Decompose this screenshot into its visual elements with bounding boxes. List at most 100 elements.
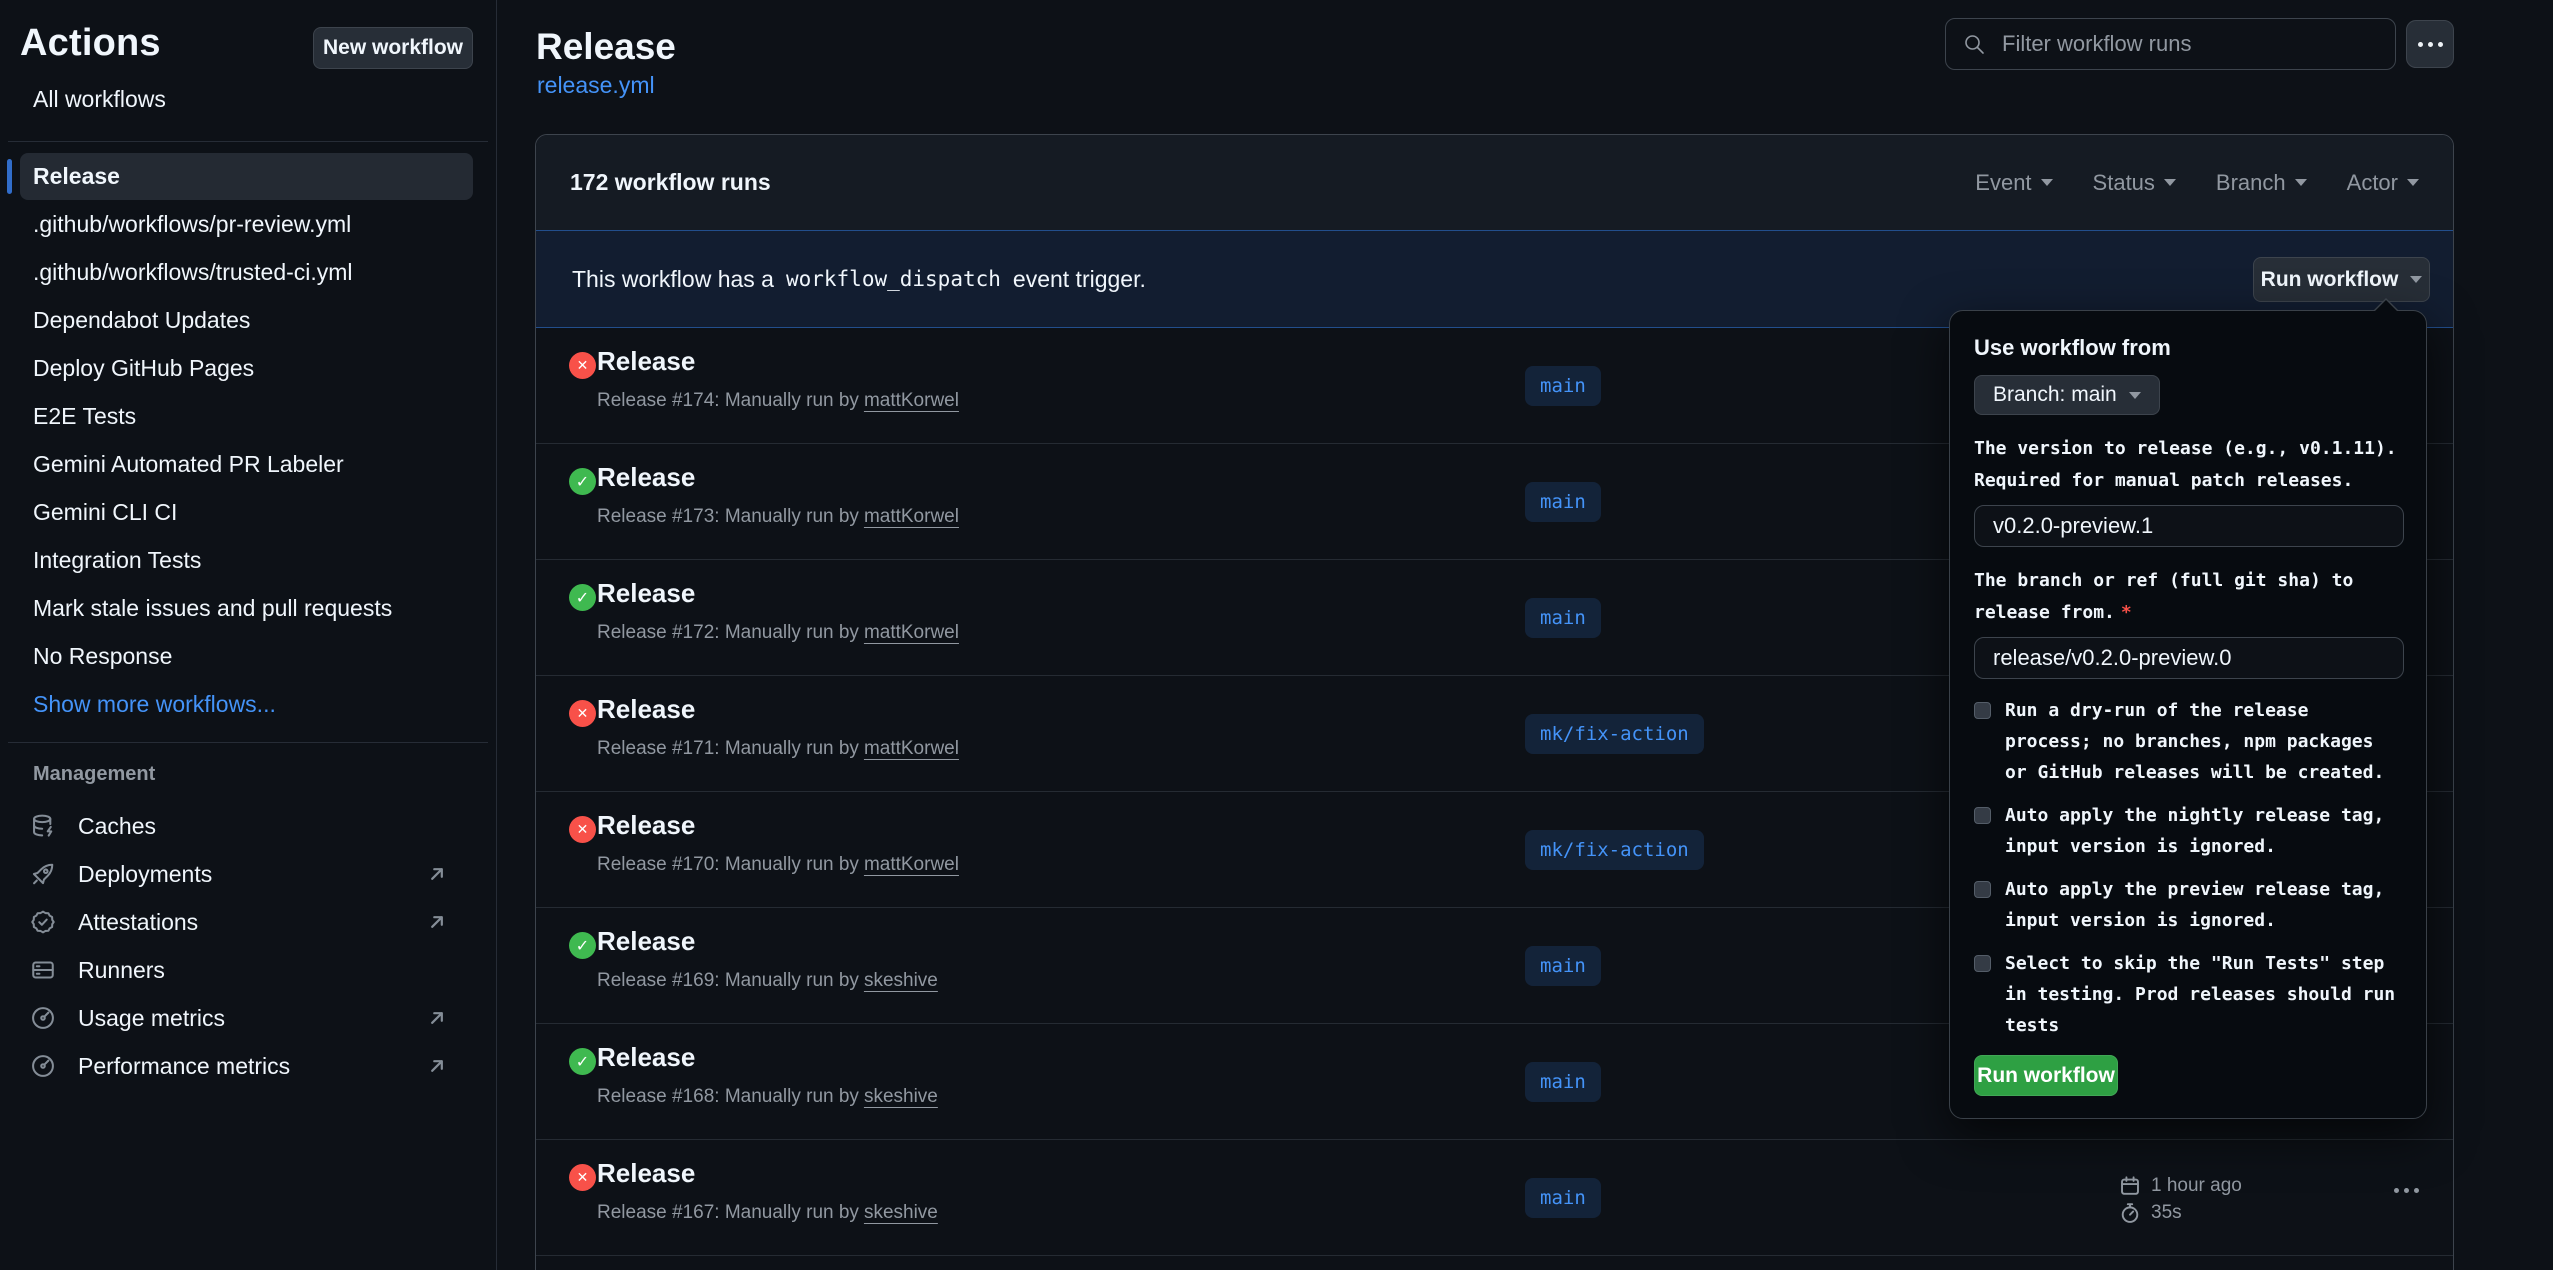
run-description-text: Release #171: Manually run by xyxy=(597,738,859,759)
sidebar-item-management[interactable]: Caches xyxy=(20,802,473,850)
run-title[interactable]: Release xyxy=(597,694,695,725)
sidebar-item-workflow[interactable]: Gemini Automated PR Labeler xyxy=(20,440,473,488)
run-description: Release #174: Manually run bymattKorwel xyxy=(597,390,959,412)
run-actor-link[interactable]: skeshive xyxy=(864,1086,938,1107)
management-item-label: Deployments xyxy=(78,861,212,888)
branch-badge[interactable]: main xyxy=(1525,1178,1601,1218)
run-actor-link[interactable]: mattKorwel xyxy=(864,622,959,643)
option-checkbox[interactable] xyxy=(1974,702,1991,719)
sidebar-item-workflow[interactable]: No Response xyxy=(20,632,473,680)
sidebar-item-workflow[interactable]: .github/workflows/trusted-ci.yml xyxy=(20,248,473,296)
sidebar-item-management[interactable]: Runners xyxy=(20,946,473,994)
run-status-icon xyxy=(569,352,596,379)
run-actor-link[interactable]: mattKorwel xyxy=(864,854,959,875)
option-checkbox[interactable] xyxy=(1974,955,1991,972)
workflow-label: Gemini Automated PR Labeler xyxy=(33,451,344,478)
run-title[interactable]: Release xyxy=(597,926,695,957)
management-item-icon xyxy=(30,957,56,983)
run-description: Release #171: Manually run bymattKorwel xyxy=(597,738,959,760)
management-section-label: Management xyxy=(33,763,155,786)
page-title: Release xyxy=(536,26,676,68)
chevron-down-icon xyxy=(2295,179,2307,186)
workflow-file-link[interactable]: release.yml xyxy=(537,72,655,99)
run-description-text: Release #174: Manually run by xyxy=(597,390,859,411)
runs-filter-dropdown[interactable]: Status xyxy=(2093,170,2176,196)
sidebar-item-all-workflows[interactable]: All workflows xyxy=(33,86,166,113)
branch-badge[interactable]: main xyxy=(1525,1062,1601,1102)
option-checkbox[interactable] xyxy=(1974,807,1991,824)
run-actor-link[interactable]: mattKorwel xyxy=(864,506,959,527)
run-actor-link[interactable]: skeshive xyxy=(864,970,938,991)
runs-filter-dropdown[interactable]: Actor xyxy=(2347,170,2419,196)
sidebar-item-management[interactable]: Usage metrics xyxy=(20,994,473,1042)
run-description-text: Release #169: Manually run by xyxy=(597,970,859,991)
run-title[interactable]: Release xyxy=(597,1158,695,1189)
ref-input[interactable] xyxy=(1974,637,2404,679)
github-actions-page: { "sidebar": { "title": "Actions", "new_… xyxy=(0,0,2553,1270)
sidebar-item-management[interactable]: Attestations xyxy=(20,898,473,946)
sidebar-item-workflow[interactable]: E2E Tests xyxy=(20,392,473,440)
sidebar-item-management[interactable]: Performance metrics xyxy=(20,1042,473,1090)
run-options-kebab-button[interactable] xyxy=(2394,1188,2419,1193)
external-link-icon xyxy=(426,911,448,933)
management-item-icon xyxy=(30,1005,56,1031)
run-title[interactable]: Release xyxy=(597,1042,695,1073)
run-actor-link[interactable]: mattKorwel xyxy=(864,738,959,759)
sidebar-divider xyxy=(8,742,488,743)
sidebar-item-workflow[interactable]: Show more workflows... xyxy=(20,680,473,728)
run-actor-link[interactable]: mattKorwel xyxy=(864,390,959,411)
branch-badge[interactable]: main xyxy=(1525,598,1601,638)
branch-badge[interactable]: main xyxy=(1525,482,1601,522)
runs-filter-dropdown[interactable]: Branch xyxy=(2216,170,2307,196)
branch-badge[interactable]: main xyxy=(1525,366,1601,406)
branch-badge[interactable]: mk/fix-action xyxy=(1525,714,1704,754)
sidebar-item-workflow[interactable]: Integration Tests xyxy=(20,536,473,584)
run-description: Release #170: Manually run bymattKorwel xyxy=(597,854,959,876)
run-duration: 35s xyxy=(2119,1199,2242,1226)
external-link-icon xyxy=(426,1055,448,1077)
run-title[interactable]: Release xyxy=(597,810,695,841)
workflow-options-kebab-button[interactable] xyxy=(2406,20,2454,68)
branch-select-button[interactable]: Branch: main xyxy=(1974,375,2160,415)
run-title[interactable]: Release xyxy=(597,578,695,609)
chevron-down-icon xyxy=(2129,392,2141,399)
sidebar-item-workflow[interactable]: Dependabot Updates xyxy=(20,296,473,344)
run-status-icon xyxy=(569,932,596,959)
filter-label: Status xyxy=(2093,170,2155,196)
workflow-label: Release xyxy=(33,163,120,190)
run-actor-link[interactable]: skeshive xyxy=(864,1202,938,1223)
workflow-run-row[interactable]: Release Release #167: Manually run byske… xyxy=(536,1140,2453,1256)
filter-label: Branch xyxy=(2216,170,2286,196)
run-status-icon xyxy=(569,584,596,611)
filter-workflow-runs xyxy=(1945,18,2396,70)
sidebar-item-management[interactable]: Deployments xyxy=(20,850,473,898)
workflow-label: Mark stale issues and pull requests xyxy=(33,595,392,622)
option-label: Auto apply the nightly release tag, inpu… xyxy=(2005,800,2401,862)
management-item-label: Caches xyxy=(78,813,156,840)
run-title[interactable]: Release xyxy=(597,462,695,493)
sidebar-item-workflow[interactable]: .github/workflows/pr-review.yml xyxy=(20,200,473,248)
sidebar-item-workflow[interactable]: Release xyxy=(20,153,473,200)
run-workflow-panel: Use workflow from Branch: main The versi… xyxy=(1949,310,2427,1119)
banner-event-code: workflow_dispatch xyxy=(786,267,1001,291)
filter-workflow-runs-input[interactable] xyxy=(1945,18,2396,70)
run-workflow-dropdown-button[interactable]: Run workflow xyxy=(2253,257,2430,302)
actions-sidebar: Actions New workflow All workflows Relea… xyxy=(0,0,497,1270)
option-checkbox[interactable] xyxy=(1974,881,1991,898)
workflow-list: Release .github/workflows/pr-review.yml … xyxy=(20,153,473,728)
run-description: Release #167: Manually run byskeshive xyxy=(597,1202,938,1224)
sidebar-item-workflow[interactable]: Deploy GitHub Pages xyxy=(20,344,473,392)
sidebar-item-workflow[interactable]: Mark stale issues and pull requests xyxy=(20,584,473,632)
runs-filter-dropdown[interactable]: Event xyxy=(1975,170,2052,196)
runs-header: 172 workflow runs Event Status Branch xyxy=(536,135,2453,230)
branch-badge[interactable]: mk/fix-action xyxy=(1525,830,1704,870)
run-title[interactable]: Release xyxy=(597,346,695,377)
branch-badge[interactable]: main xyxy=(1525,946,1601,986)
run-description: Release #173: Manually run bymattKorwel xyxy=(597,506,959,528)
sidebar-item-workflow[interactable]: Gemini CLI CI xyxy=(20,488,473,536)
new-workflow-button[interactable]: New workflow xyxy=(313,27,473,69)
version-input[interactable] xyxy=(1974,505,2404,547)
chevron-down-icon xyxy=(2407,179,2419,186)
banner-text: This workflow has a xyxy=(572,266,774,293)
run-workflow-submit-button[interactable]: Run workflow xyxy=(1974,1055,2118,1096)
